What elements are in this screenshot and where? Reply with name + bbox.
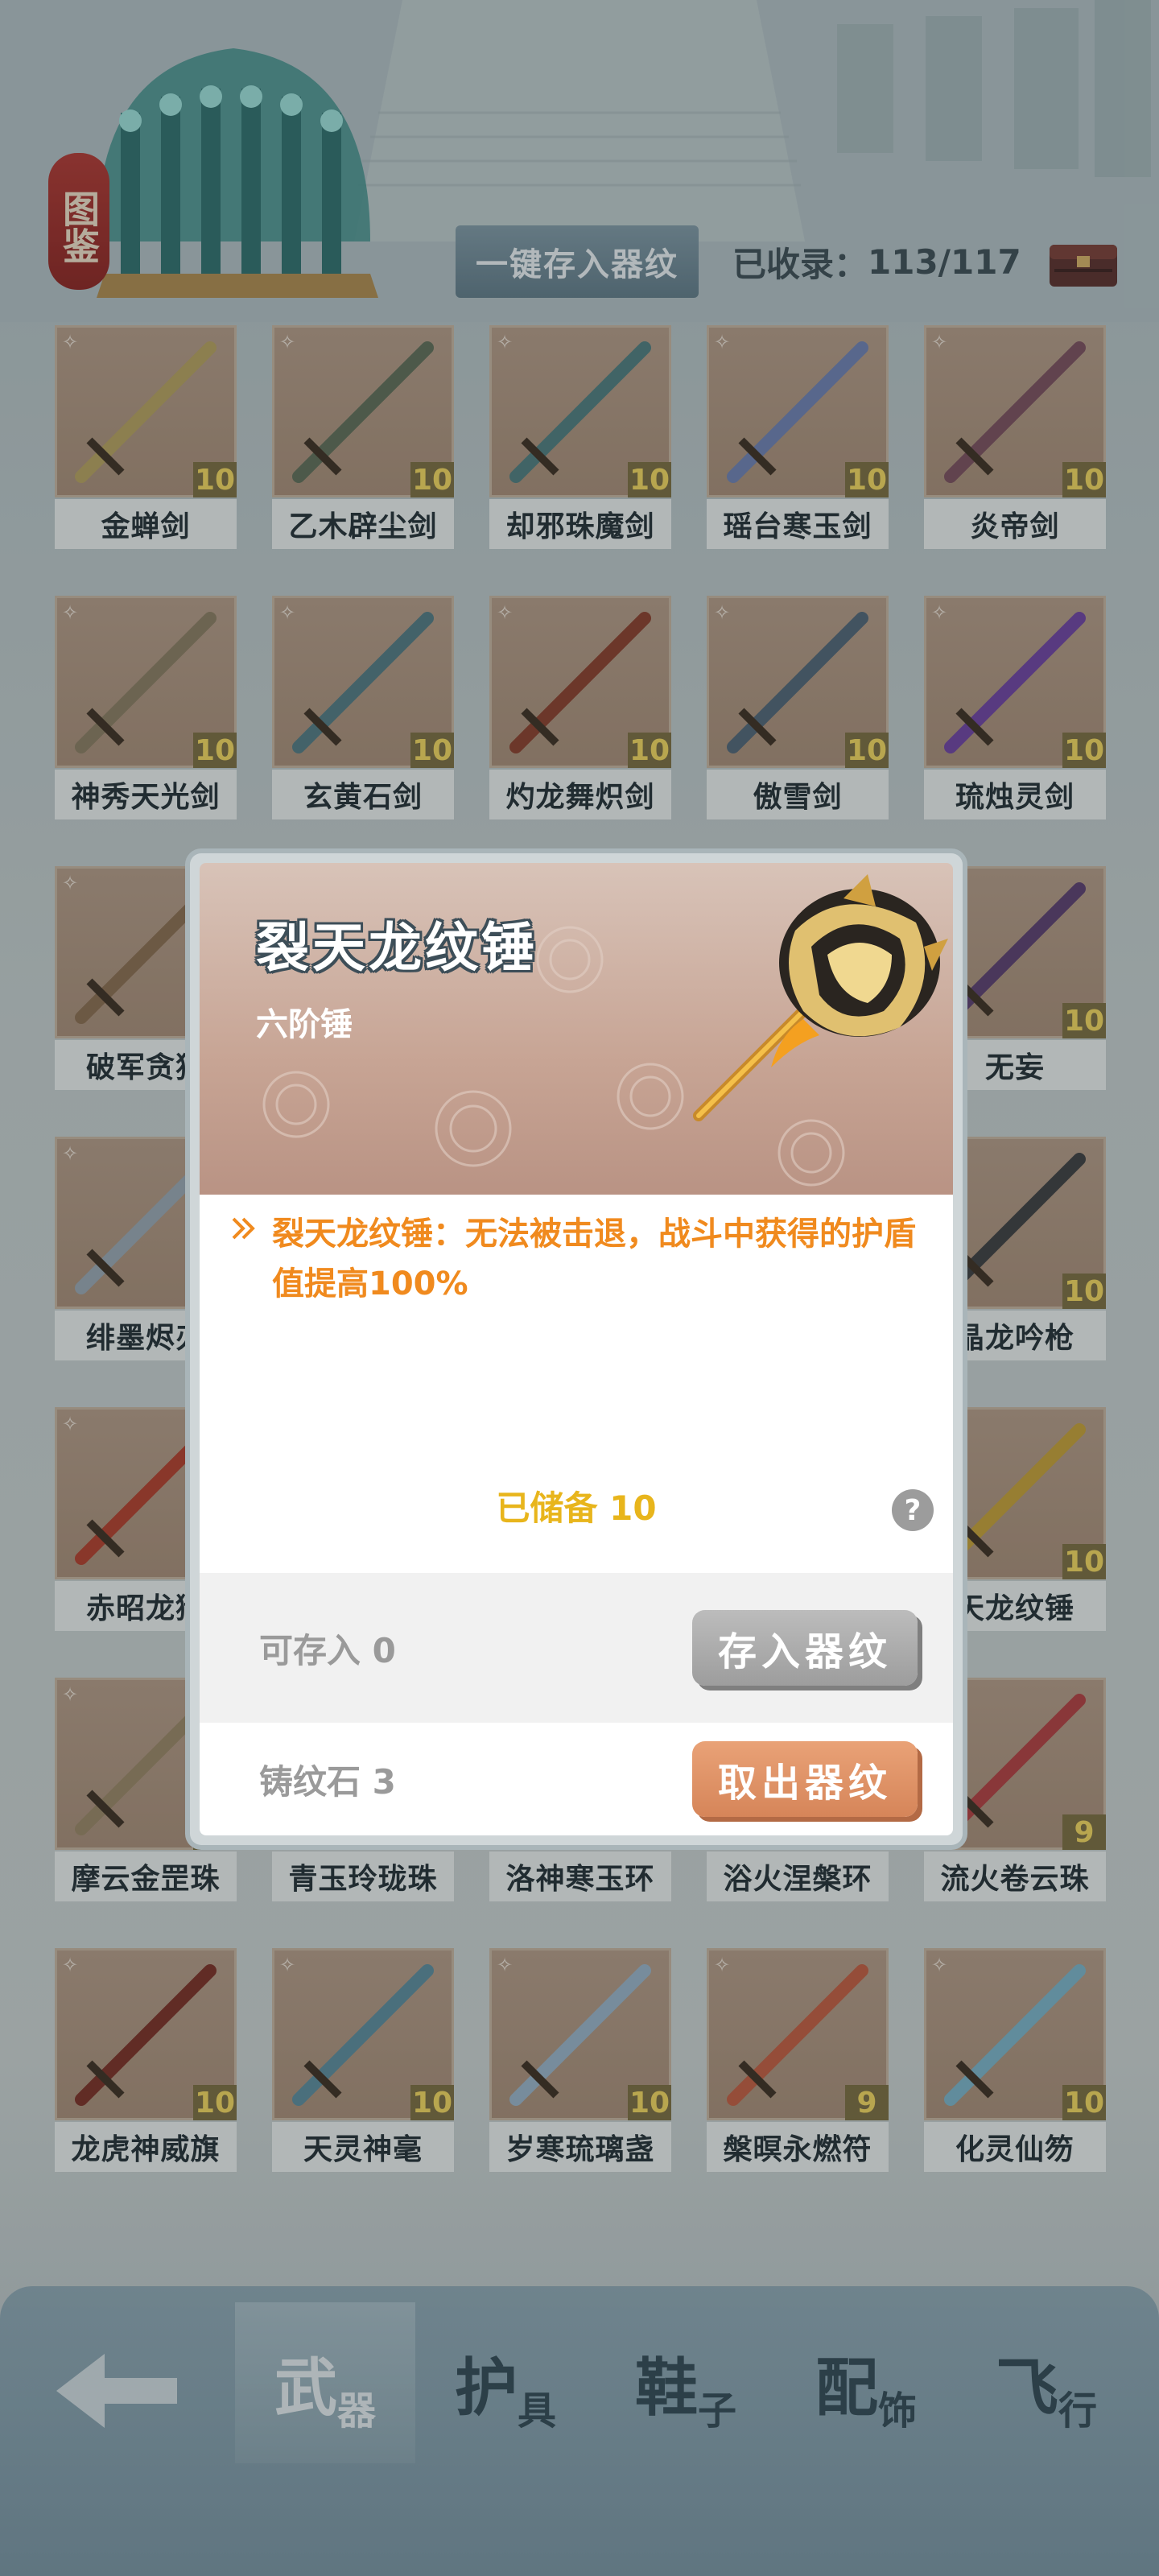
- store-pattern-button[interactable]: 存入器纹: [692, 1610, 918, 1686]
- stone-count-label: 铸纹石 3: [259, 1761, 396, 1802]
- stored-label: 已储备: [496, 1488, 598, 1528]
- stored-value: 10: [609, 1488, 657, 1528]
- item-detail-modal: 裂天龙纹锤 六阶锤 裂天龙纹锤：无法被击退，战斗中获得的护盾值提高100% 已储…: [190, 853, 963, 1845]
- item-tier: 六阶锤: [256, 1006, 353, 1043]
- withdraw-pattern-button[interactable]: 取出器纹: [692, 1741, 918, 1817]
- help-icon[interactable]: ?: [892, 1489, 934, 1531]
- item-effect-text: 裂天龙纹锤：无法被击退，战斗中获得的护盾值提高100%: [272, 1216, 916, 1302]
- can-store-label: 可存入 0: [259, 1630, 396, 1670]
- modal-body: 裂天龙纹锤：无法被击退，战斗中获得的护盾值提高100% 已储备 10 ?: [200, 1195, 953, 1573]
- withdraw-row: 铸纹石 3 取出器纹: [200, 1723, 953, 1835]
- store-row: 可存入 0 存入器纹: [200, 1573, 953, 1723]
- modal-header: 裂天龙纹锤 六阶锤: [200, 863, 953, 1195]
- stored-count: 已储备 10: [200, 1481, 953, 1530]
- dragon-hammer-illustration: [693, 874, 948, 1121]
- effect-bullet-icon: [232, 1217, 255, 1240]
- item-title: 裂天龙纹锤: [256, 917, 538, 979]
